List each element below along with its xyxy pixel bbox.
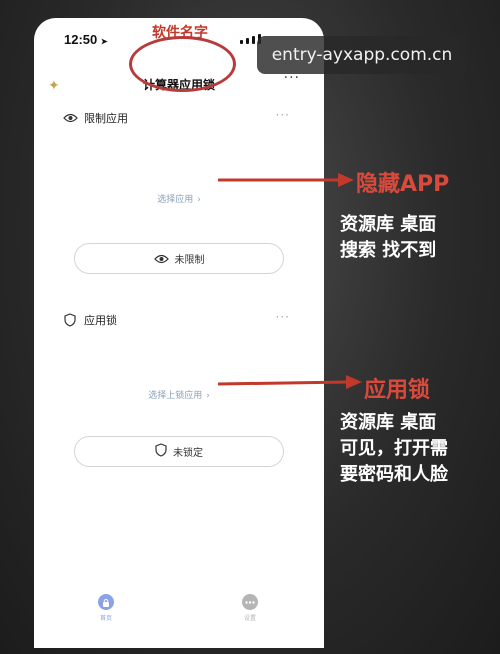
tab-settings[interactable]: 设置 bbox=[230, 594, 270, 622]
restrict-status-button[interactable]: 未限制 bbox=[74, 243, 284, 274]
location-arrow-icon: ➤ bbox=[100, 37, 108, 46]
title-highlight-ellipse bbox=[129, 36, 236, 92]
more-dots-icon bbox=[242, 594, 258, 610]
chevron-right-icon: › bbox=[206, 391, 210, 401]
eye-icon bbox=[153, 249, 169, 268]
app-lock-description: 资源库 桌面 可见，打开需 要密码和人脸 bbox=[340, 412, 448, 485]
phone-screen: 12:50 ➤ ✦ 计算器应用锁 ··· 限制应用 ··· 选择应用 › 未限制… bbox=[34, 18, 324, 648]
shield-icon bbox=[155, 442, 167, 461]
hide-app-description: 资源库 桌面 搜索 找不到 bbox=[340, 214, 437, 261]
lock-section-header: 应用锁 bbox=[62, 312, 117, 328]
eye-icon bbox=[62, 110, 78, 126]
arrow-right-icon bbox=[217, 375, 362, 389]
restrict-section-header: 限制应用 bbox=[62, 110, 128, 126]
chevron-right-icon: › bbox=[197, 195, 201, 205]
lock-status-label: 未锁定 bbox=[173, 448, 203, 459]
restrict-section-title: 限制应用 bbox=[84, 112, 128, 125]
arrow-right-icon bbox=[218, 173, 354, 187]
hide-app-annotation: 隐藏APP bbox=[356, 172, 450, 197]
app-lock-annotation: 应用锁 bbox=[364, 378, 431, 403]
lock-status-button[interactable]: 未锁定 bbox=[74, 436, 284, 467]
lock-more-button[interactable]: ··· bbox=[276, 310, 290, 324]
status-time: 12:50 ➤ bbox=[64, 32, 108, 47]
select-app-link[interactable]: 选择应用 › bbox=[34, 192, 324, 205]
shield-icon bbox=[62, 312, 78, 328]
restrict-more-button[interactable]: ··· bbox=[276, 108, 290, 122]
tab-home-label: 首页 bbox=[99, 615, 112, 622]
tab-home[interactable]: 首页 bbox=[86, 594, 126, 622]
lock-section-title: 应用锁 bbox=[84, 314, 117, 327]
tab-bar: 首页 设置 bbox=[34, 594, 324, 644]
watermark-url: entry-ayxapp.com.cn bbox=[257, 36, 467, 74]
tab-settings-label: 设置 bbox=[243, 615, 256, 622]
restrict-status-label: 未限制 bbox=[174, 255, 205, 266]
lock-icon bbox=[98, 594, 114, 610]
